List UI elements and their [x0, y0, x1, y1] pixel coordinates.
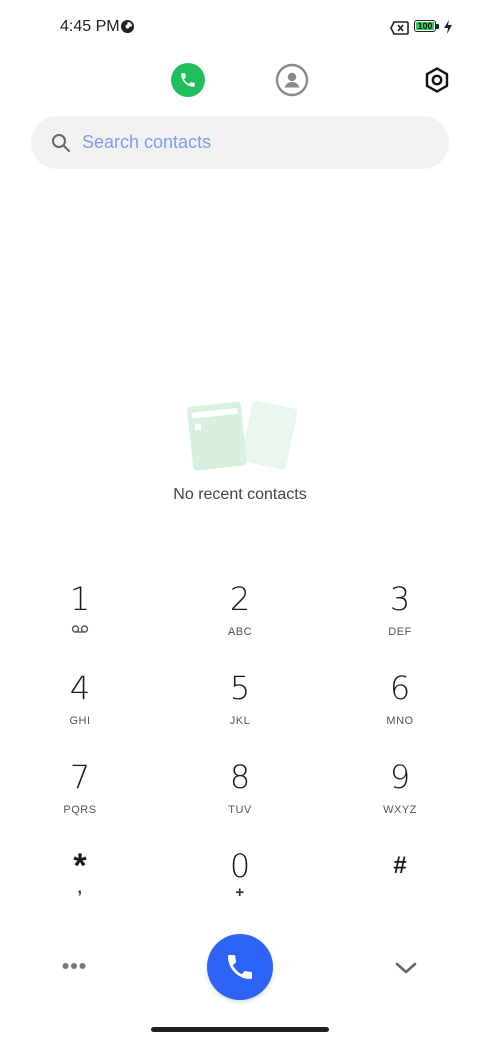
key-5[interactable]: 5 JKL [180, 669, 300, 749]
tab-contacts[interactable] [275, 63, 309, 97]
key-digit: 4 [69, 669, 91, 707]
key-letters: JKL [229, 715, 251, 727]
key-9[interactable]: 9 WXYZ [340, 758, 460, 838]
key-letters: + [235, 884, 245, 901]
tab-phone[interactable] [171, 63, 205, 97]
battery-level: 100 [417, 21, 433, 31]
status-bar: 4:45 PM 100 [0, 0, 480, 56]
search-bar[interactable] [31, 116, 449, 169]
battery-icon: 100 [414, 20, 440, 34]
key-2[interactable]: 2 ABC [180, 580, 300, 660]
key-letters: PQRS [63, 804, 97, 816]
key-digit: 8 [229, 758, 251, 796]
call-button[interactable] [207, 934, 273, 1000]
key-letters: WXYZ [383, 804, 417, 816]
key-4[interactable]: 4 GHI [20, 669, 140, 749]
key-letters: GHI [69, 715, 91, 727]
charging-icon [444, 20, 452, 34]
key-digit: 3 [389, 580, 411, 618]
phone-icon [228, 955, 252, 979]
key-digit: 5 [229, 669, 251, 707]
no-sim-icon [390, 21, 409, 35]
key-7[interactable]: 7 PQRS [20, 758, 140, 838]
key-star[interactable]: * , [20, 847, 140, 927]
key-6[interactable]: 6 MNO [340, 669, 460, 749]
key-letters: DEF [388, 626, 412, 638]
key-digit: # [393, 852, 407, 879]
chevron-down-icon[interactable] [395, 962, 417, 974]
key-digit: 7 [69, 758, 91, 796]
key-0[interactable]: 0 + [180, 847, 300, 927]
key-digit: 9 [389, 758, 411, 796]
cards-illustration [187, 400, 298, 471]
status-time: 4:45 PM [60, 18, 120, 35]
key-8[interactable]: 8 TUV [180, 758, 300, 838]
key-digit: 6 [389, 669, 411, 707]
key-digit: 0 [229, 847, 251, 885]
key-hash[interactable]: # [340, 847, 460, 927]
search-icon [52, 134, 70, 152]
key-digit: 2 [229, 580, 251, 618]
voicemail-icon [71, 625, 89, 633]
key-letters: TUV [228, 804, 252, 816]
data-saver-icon [120, 19, 135, 34]
key-3[interactable]: 3 DEF [340, 580, 460, 660]
empty-state-message: No recent contacts [173, 486, 307, 503]
home-indicator[interactable] [151, 1027, 329, 1032]
search-input[interactable] [82, 116, 422, 169]
key-letters: ABC [227, 626, 253, 638]
key-digit: 1 [69, 580, 91, 618]
key-letters: MNO [386, 715, 414, 727]
gear-icon[interactable] [423, 66, 451, 94]
more-dots-icon[interactable] [62, 962, 86, 970]
key-1[interactable]: 1 [20, 580, 140, 660]
phone-icon [181, 73, 195, 87]
key-letters: , [77, 880, 83, 897]
